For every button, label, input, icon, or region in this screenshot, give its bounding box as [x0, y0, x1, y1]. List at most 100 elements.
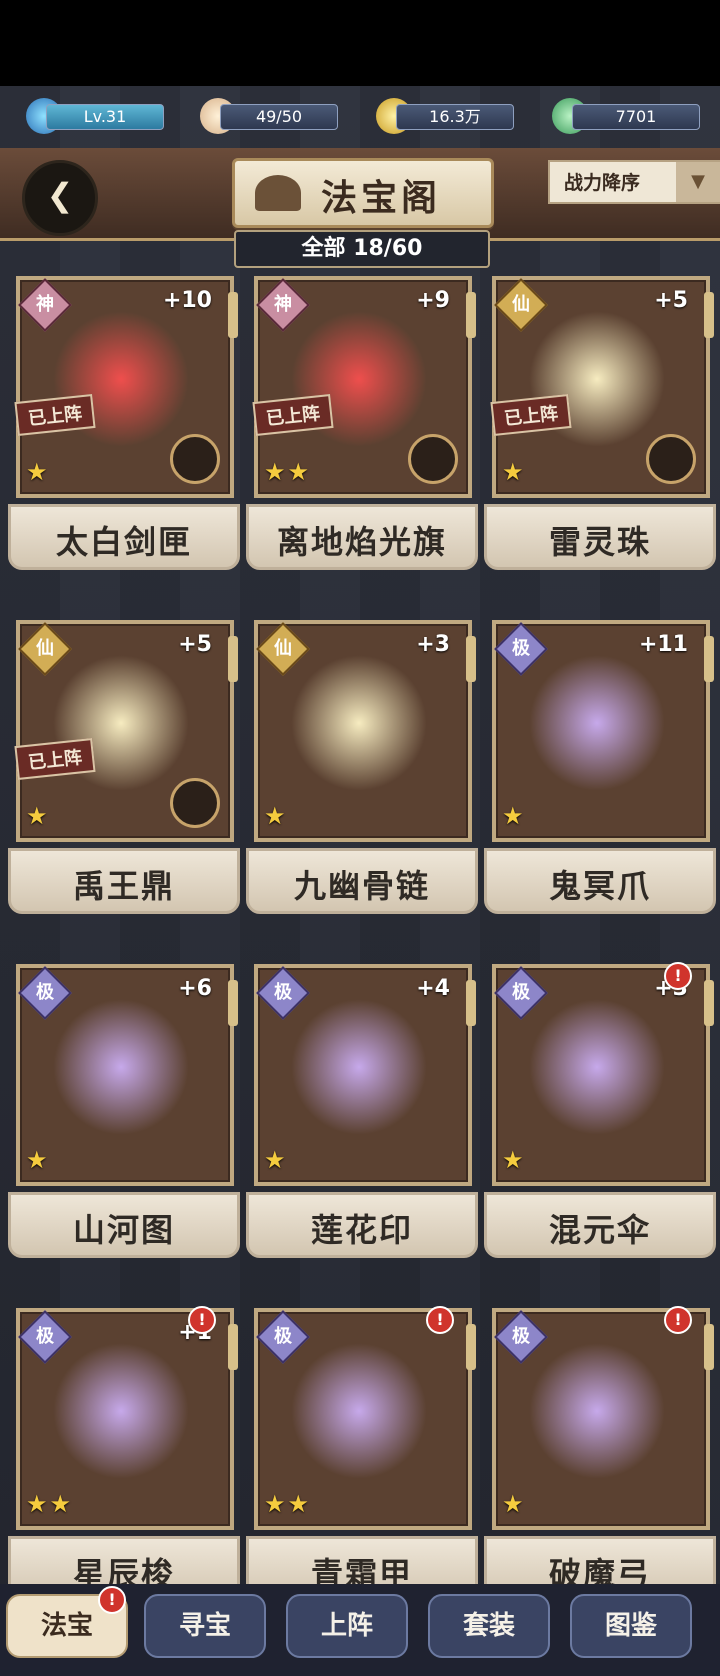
star-rating: ★	[502, 1490, 526, 1518]
notification-badge: !	[664, 962, 692, 990]
jade-resource[interactable]: 7701	[552, 98, 702, 134]
treasure-card[interactable]: 极 +6 ★ 山河图	[8, 956, 240, 1258]
treasure-card[interactable]: 仙 +3 ★ 九幽骨链	[246, 612, 478, 914]
treasure-name: 雷灵珠	[548, 523, 651, 561]
treasure-name: 山河图	[72, 1211, 175, 1249]
treasure-art	[42, 304, 200, 454]
treasure-art	[42, 648, 200, 798]
skill-icon[interactable]	[170, 778, 220, 828]
item-count: 全部 18/60	[234, 230, 490, 268]
tab-notification-badge: !	[98, 1586, 126, 1614]
tab-sets[interactable]: 套装	[428, 1594, 550, 1658]
enhance-level: +4	[416, 976, 450, 1001]
name-plate: 混元伞	[484, 1192, 716, 1258]
rank-label: 仙	[36, 638, 54, 659]
enhance-level: +3	[416, 632, 450, 657]
star-rating: ★★	[26, 1490, 74, 1518]
treasure-name: 九幽骨链	[293, 867, 430, 905]
rank-label: 极	[512, 982, 530, 1003]
treasure-card[interactable]: 极 +4 ★ 莲花印	[246, 956, 478, 1258]
enhance-level: +11	[638, 632, 688, 657]
notification-badge: !	[188, 1306, 216, 1334]
enhance-level: +5	[654, 288, 688, 313]
enhance-level: +10	[162, 288, 212, 313]
tab-deploy[interactable]: 上阵	[286, 1594, 408, 1658]
treasure-card[interactable]: 极 +3 ★ 混元伞 !	[484, 956, 716, 1258]
name-plate: 九幽骨链	[246, 848, 478, 914]
star-rating: ★★	[264, 1490, 312, 1518]
treasure-card[interactable]: 神 +9 ★★ 离地焰光旗 已上阵	[246, 268, 478, 570]
rank-label: 极	[36, 982, 54, 1003]
treasure-card[interactable]: 极 ★ 破魔弓 !	[484, 1300, 716, 1602]
enhance-level: +9	[416, 288, 450, 313]
treasure-name: 鬼冥爪	[548, 867, 651, 905]
treasure-art	[518, 648, 676, 798]
name-plate: 离地焰光旗	[246, 504, 478, 570]
skill-icon[interactable]	[408, 434, 458, 484]
tassel-decoration	[466, 980, 476, 1026]
back-arrow-icon: ❮	[46, 176, 74, 214]
rank-label: 极	[274, 982, 292, 1003]
treasure-name: 离地焰光旗	[276, 523, 447, 561]
name-plate: 太白剑匣	[8, 504, 240, 570]
rank-label: 极	[274, 1326, 292, 1347]
treasure-name: 太白剑匣	[55, 523, 192, 561]
tassel-decoration	[228, 636, 238, 682]
treasure-name: 混元伞	[548, 1211, 651, 1249]
rank-label: 极	[512, 1326, 530, 1347]
jade-value: 7701	[572, 104, 700, 130]
rank-label: 仙	[512, 294, 530, 315]
notification-badge: !	[426, 1306, 454, 1334]
level-value: Lv.31	[46, 104, 164, 130]
treasure-art	[280, 1336, 438, 1486]
sort-label: 战力降序	[564, 172, 641, 194]
tassel-decoration	[704, 636, 714, 682]
star-rating: ★	[26, 458, 50, 486]
treasure-name: 莲花印	[310, 1211, 413, 1249]
star-rating: ★★	[264, 458, 312, 486]
treasure-card[interactable]: 极 +11 ★ 鬼冥爪	[484, 612, 716, 914]
tassel-decoration	[228, 1324, 238, 1370]
treasure-art	[518, 992, 676, 1142]
page-header: ❮ 法宝阁 战力降序 ▼	[0, 148, 720, 241]
chevron-down-icon: ▼	[676, 162, 720, 202]
skill-icon[interactable]	[646, 434, 696, 484]
treasure-card[interactable]: 仙 +5 ★ 雷灵珠 已上阵	[484, 268, 716, 570]
skill-icon[interactable]	[170, 434, 220, 484]
notification-badge: !	[664, 1306, 692, 1334]
name-plate: 鬼冥爪	[484, 848, 716, 914]
resource-bar: Lv.31 49/50 16.3万 7701	[0, 96, 720, 140]
page-title: 法宝阁	[321, 178, 442, 219]
sort-dropdown[interactable]: 战力降序 ▼	[548, 160, 720, 204]
treasure-name: 禹王鼎	[72, 867, 175, 905]
tassel-decoration	[466, 636, 476, 682]
treasure-art	[42, 992, 200, 1142]
treasure-card[interactable]: 仙 +5 ★ 禹王鼎 已上阵	[8, 612, 240, 914]
tassel-decoration	[704, 980, 714, 1026]
star-rating: ★	[502, 802, 526, 830]
name-plate: 山河图	[8, 1192, 240, 1258]
coin-resource[interactable]: 16.3万	[376, 98, 516, 134]
star-rating: ★	[26, 1146, 50, 1174]
back-button[interactable]: ❮	[22, 160, 98, 236]
name-plate: 雷灵珠	[484, 504, 716, 570]
tab-codex[interactable]: 图鉴	[570, 1594, 692, 1658]
pavilion-icon	[255, 175, 301, 211]
rank-label: 神	[274, 294, 292, 315]
rank-label: 神	[36, 294, 54, 315]
treasure-art	[518, 304, 676, 454]
stamina-value: 49/50	[220, 104, 338, 130]
treasure-card[interactable]: 极 +1 ★★ 星辰梭 !	[8, 1300, 240, 1602]
tab-seek[interactable]: 寻宝	[144, 1594, 266, 1658]
name-plate: 莲花印	[246, 1192, 478, 1258]
coin-value: 16.3万	[396, 104, 514, 130]
treasure-card[interactable]: 极 ★★ 青霜甲 !	[246, 1300, 478, 1602]
level-resource: Lv.31	[26, 98, 166, 134]
treasure-card[interactable]: 神 +10 ★ 太白剑匣 已上阵	[8, 268, 240, 570]
treasure-art	[518, 1336, 676, 1486]
stamina-resource[interactable]: 49/50	[200, 98, 340, 134]
enhance-level: +5	[178, 632, 212, 657]
title-plate: 法宝阁	[232, 158, 494, 228]
tassel-decoration	[228, 980, 238, 1026]
rank-label: 仙	[274, 638, 292, 659]
